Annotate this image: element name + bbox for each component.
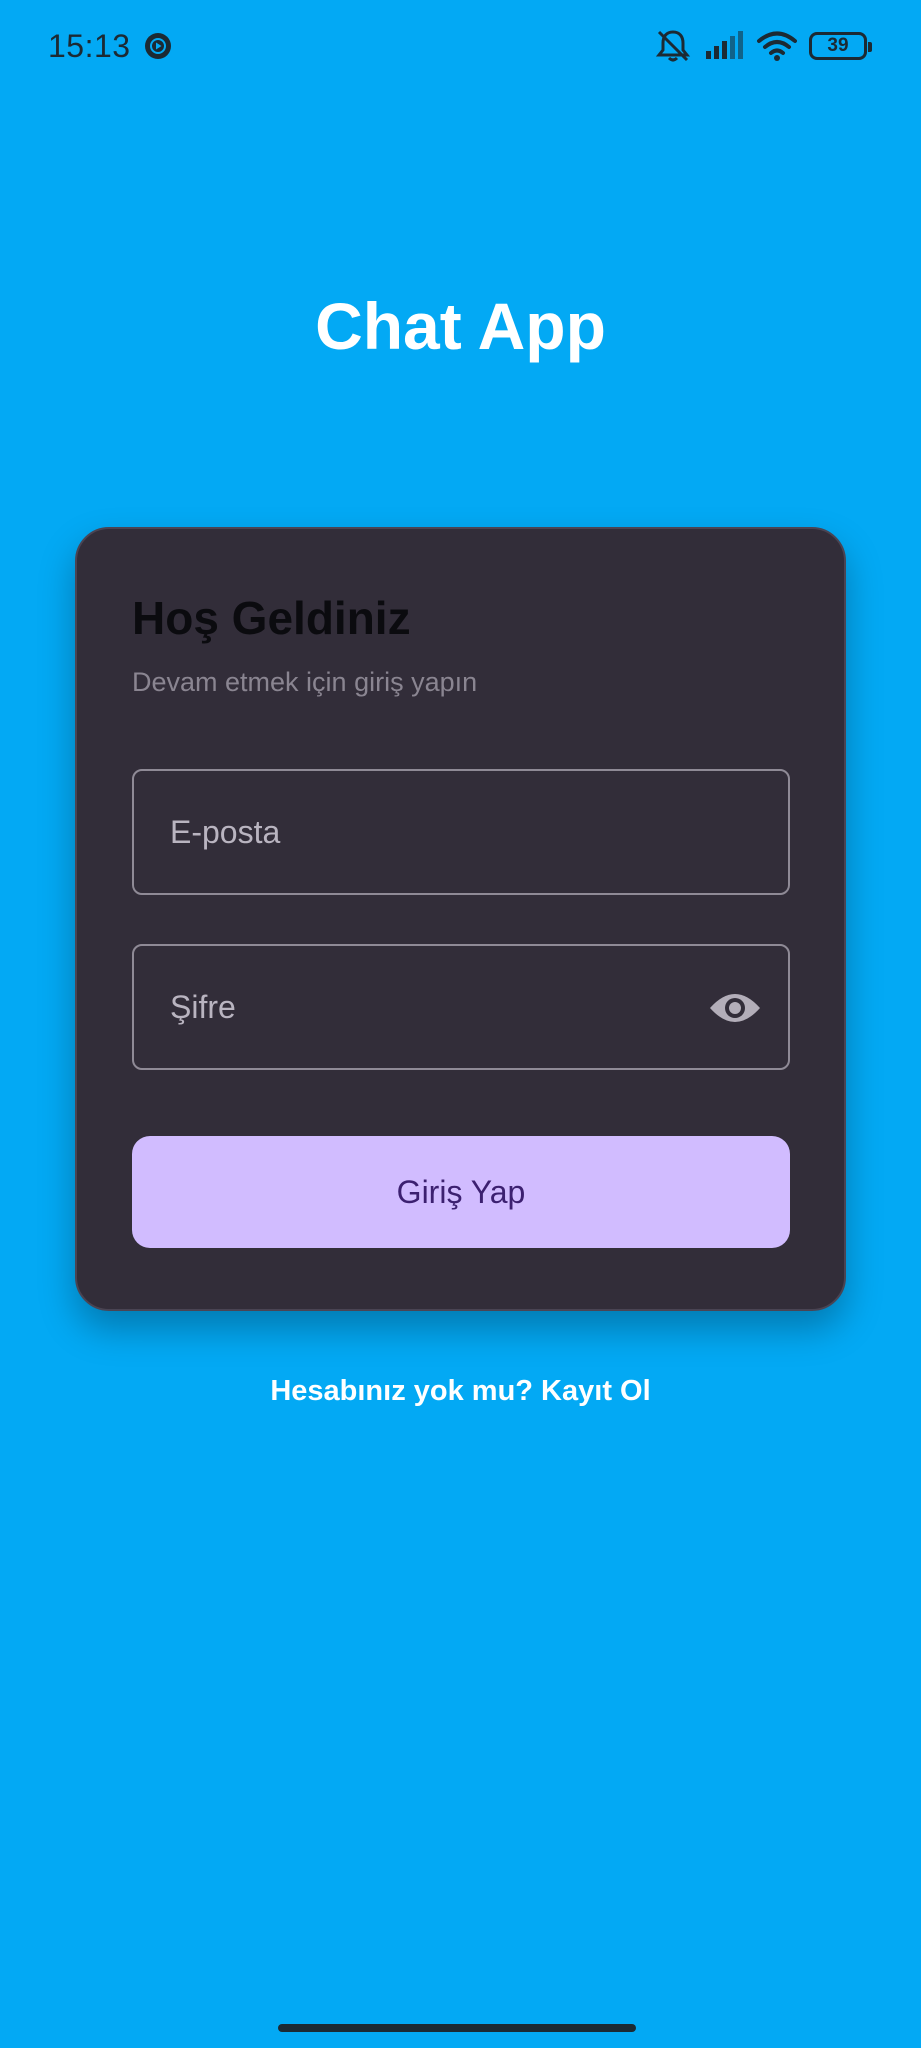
signal-strength-icon xyxy=(706,31,743,59)
email-field[interactable] xyxy=(132,769,790,895)
login-screen: 15:13 39 Chat App Hoş Geldiniz Devam etm… xyxy=(0,0,921,2048)
status-time: 15:13 xyxy=(48,28,131,64)
status-bar: 15:13 39 xyxy=(0,0,921,92)
signup-link[interactable]: Hesabınız yok mu? Kayıt Ol xyxy=(0,1375,921,1408)
battery-icon: 39 xyxy=(809,32,872,60)
password-input[interactable] xyxy=(134,946,788,1068)
card-subtitle: Devam etmek için giriş yapın xyxy=(132,667,478,697)
media-playback-icon xyxy=(145,33,171,59)
silent-mode-icon xyxy=(655,30,691,62)
wifi-icon xyxy=(757,31,797,61)
email-input[interactable] xyxy=(134,771,788,893)
app-title: Chat App xyxy=(315,289,606,363)
card-title: Hoş Geldiniz xyxy=(132,592,411,644)
login-button[interactable]: Giriş Yap xyxy=(132,1136,790,1248)
status-icons: 39 xyxy=(653,28,872,64)
battery-level: 39 xyxy=(827,35,849,56)
password-visibility-toggle[interactable] xyxy=(708,984,762,1032)
home-indicator[interactable] xyxy=(278,2024,636,2032)
login-card: Hoş Geldiniz Devam etmek için giriş yapı… xyxy=(75,527,846,1311)
eye-icon xyxy=(710,994,760,1022)
password-field[interactable] xyxy=(132,944,790,1070)
